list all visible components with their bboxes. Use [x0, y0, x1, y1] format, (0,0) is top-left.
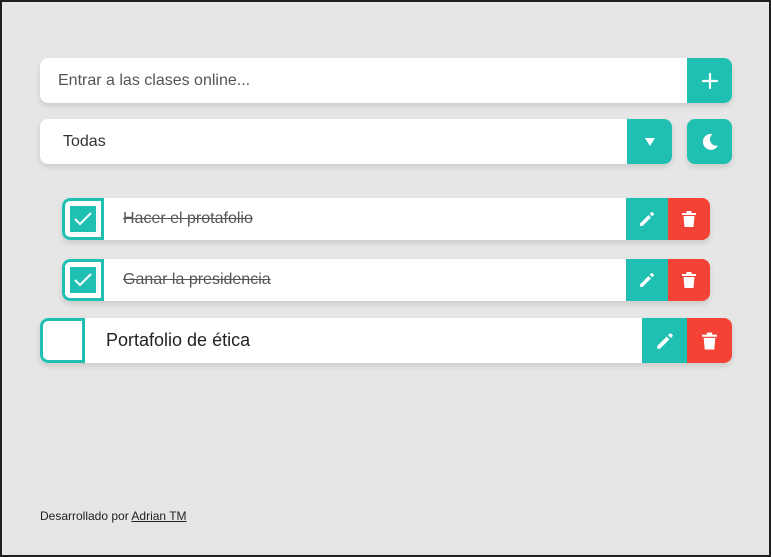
- todo-item: Ganar la presidencia: [62, 259, 710, 301]
- todo-text: Portafolio de ética: [106, 330, 251, 350]
- new-todo-input[interactable]: [40, 58, 687, 103]
- checkbox-fill: [68, 265, 98, 295]
- filter-dropdown-button[interactable]: [627, 119, 672, 164]
- filter-select[interactable]: Todas: [40, 119, 672, 164]
- pencil-icon: [640, 211, 655, 226]
- add-todo-button[interactable]: [687, 58, 732, 103]
- edit-todo-button[interactable]: [642, 318, 687, 363]
- todo-text: Ganar la presidencia: [123, 271, 271, 288]
- pencil-icon: [656, 332, 673, 349]
- filter-selected-value: Todas: [63, 132, 106, 150]
- footer-credit: Desarrollado por Adrian TM: [40, 509, 187, 523]
- author-link[interactable]: Adrian TM: [131, 509, 186, 523]
- delete-todo-button[interactable]: [668, 198, 710, 240]
- plus-icon: [701, 72, 718, 89]
- checkbox-fill: [68, 204, 98, 234]
- moon-icon: [702, 133, 718, 150]
- checkmark-icon: [74, 212, 92, 226]
- theme-toggle-button[interactable]: [687, 119, 732, 164]
- todo-item: Hacer el protafolio: [62, 198, 710, 240]
- caret-down-icon: [644, 137, 655, 146]
- footer-prefix: Desarrollado por: [40, 509, 129, 523]
- todo-text: Hacer el protafolio: [123, 210, 253, 227]
- trash-icon: [702, 332, 717, 349]
- edit-todo-button[interactable]: [626, 259, 668, 301]
- todo-checkbox[interactable]: [40, 318, 85, 363]
- todo-checkbox[interactable]: [62, 259, 104, 301]
- trash-icon: [682, 272, 696, 288]
- delete-todo-button[interactable]: [668, 259, 710, 301]
- trash-icon: [682, 211, 696, 227]
- pencil-icon: [640, 272, 655, 287]
- new-todo-form: [40, 58, 732, 103]
- todo-checkbox[interactable]: [62, 198, 104, 240]
- todo-item: Portafolio de ética: [40, 318, 732, 363]
- checkmark-icon: [74, 273, 92, 287]
- delete-todo-button[interactable]: [687, 318, 732, 363]
- edit-todo-button[interactable]: [626, 198, 668, 240]
